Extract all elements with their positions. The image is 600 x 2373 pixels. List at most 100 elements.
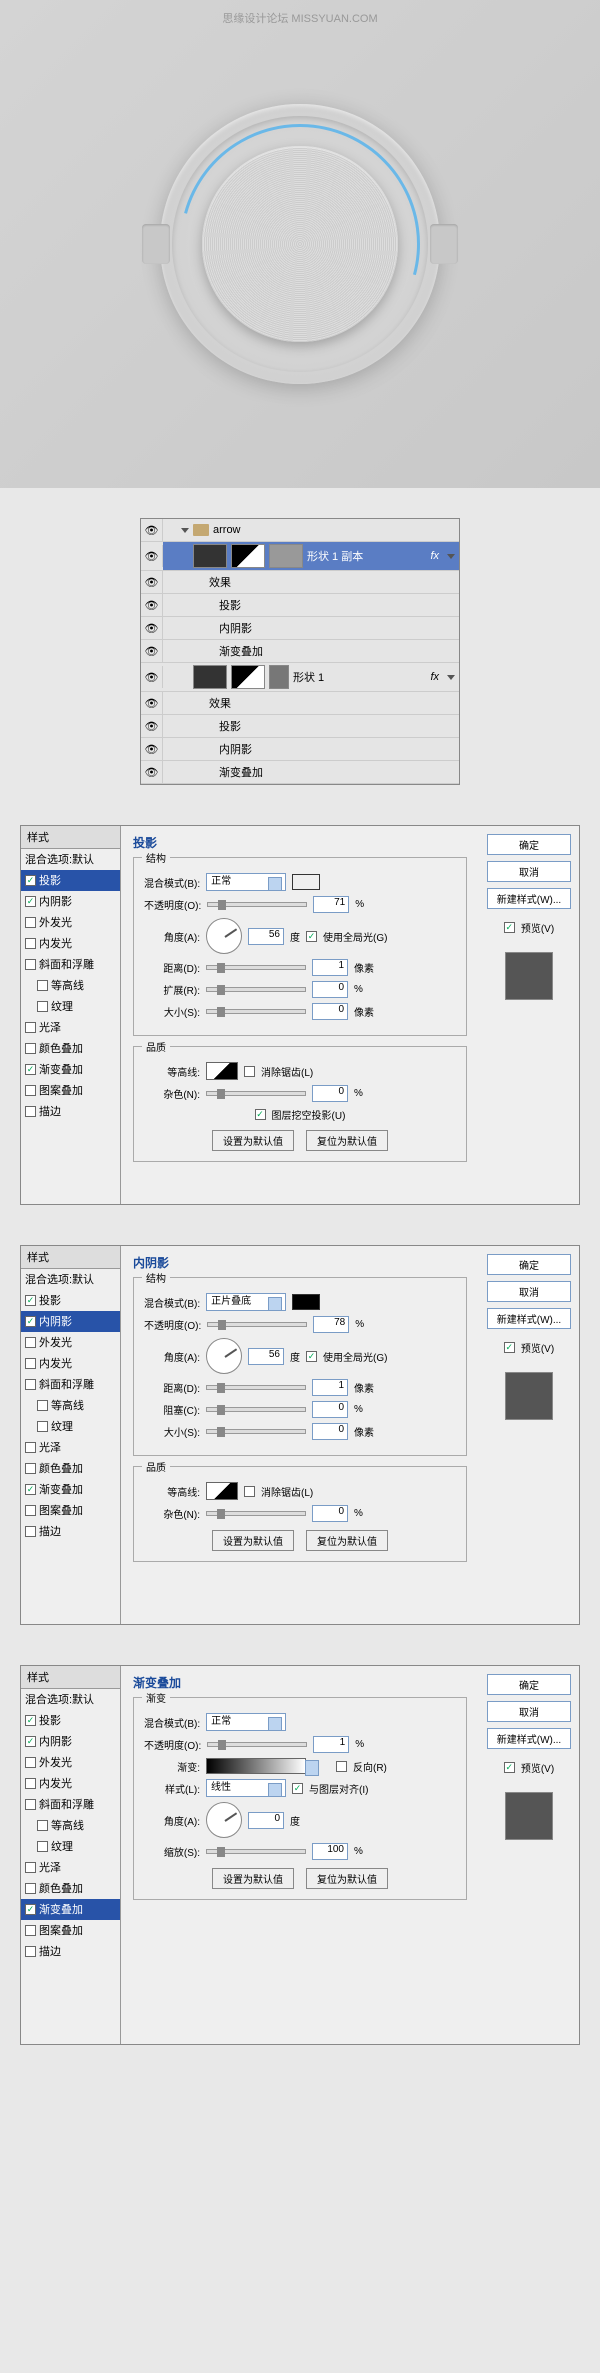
style-contour[interactable]: 等高线 — [21, 975, 120, 996]
angle-dial[interactable] — [206, 1802, 242, 1838]
checkbox-icon[interactable] — [37, 1001, 48, 1012]
new-style-button[interactable]: 新建样式(W)... — [487, 888, 571, 909]
color-swatch[interactable] — [292, 1294, 320, 1310]
set-default-button[interactable]: 设置为默认值 — [212, 1130, 294, 1151]
style-innerglow[interactable]: 内发光 — [21, 1773, 120, 1794]
chevron-down-icon[interactable] — [447, 675, 455, 680]
style-satin[interactable]: 光泽 — [21, 1437, 120, 1458]
checkbox-icon[interactable] — [37, 1820, 48, 1831]
checkbox-icon[interactable] — [25, 1778, 36, 1789]
checkbox-icon[interactable] — [25, 1295, 36, 1306]
choke-slider[interactable] — [206, 1407, 306, 1412]
layer-row[interactable]: 👁 形状 1 副本 fx — [141, 542, 459, 571]
style-blending[interactable]: 混合选项:默认 — [21, 849, 120, 870]
checkbox-icon[interactable] — [25, 1316, 36, 1327]
checkbox-icon[interactable] — [25, 1337, 36, 1348]
fx-badge[interactable]: fx — [430, 550, 443, 562]
style-gradientoverlay[interactable]: 渐变叠加 — [21, 1479, 120, 1500]
effect-item[interactable]: 👁内阴影 — [141, 617, 459, 640]
effect-item[interactable]: 👁内阴影 — [141, 738, 459, 761]
checkbox-icon[interactable] — [25, 1064, 36, 1075]
cancel-button[interactable]: 取消 — [487, 861, 571, 882]
reverse-check[interactable] — [336, 1761, 347, 1772]
checkbox-icon[interactable] — [25, 1526, 36, 1537]
checkbox-icon[interactable] — [25, 1862, 36, 1873]
size-slider[interactable] — [206, 1009, 306, 1014]
opacity-slider[interactable] — [207, 902, 307, 907]
preview-check[interactable] — [504, 1762, 515, 1773]
style-innerglow[interactable]: 内发光 — [21, 933, 120, 954]
style-stroke[interactable]: 描边 — [21, 1101, 120, 1122]
checkbox-icon[interactable] — [25, 1946, 36, 1957]
style-blending[interactable]: 混合选项:默认 — [21, 1269, 120, 1290]
distance-slider[interactable] — [206, 965, 306, 970]
checkbox-icon[interactable] — [25, 959, 36, 970]
effect-item[interactable]: 👁投影 — [141, 715, 459, 738]
style-innershadow[interactable]: 内阴影 — [21, 891, 120, 912]
visibility-icon[interactable]: 👁 — [141, 519, 163, 541]
style-gradientoverlay[interactable]: 渐变叠加 — [21, 1059, 120, 1080]
reset-default-button[interactable]: 复位为默认值 — [306, 1530, 388, 1551]
checkbox-icon[interactable] — [37, 1400, 48, 1411]
angle-input[interactable]: 56 — [248, 928, 284, 945]
visibility-icon[interactable]: 👁 — [141, 666, 163, 688]
checkbox-icon[interactable] — [25, 1904, 36, 1915]
opacity-input[interactable]: 78 — [313, 1316, 349, 1333]
style-coloroverlay[interactable]: 颜色叠加 — [21, 1458, 120, 1479]
style-gradientoverlay[interactable]: 渐变叠加 — [21, 1899, 120, 1920]
checkbox-icon[interactable] — [25, 896, 36, 907]
style-bevel[interactable]: 斜面和浮雕 — [21, 1374, 120, 1395]
checkbox-icon[interactable] — [25, 1442, 36, 1453]
style-patternoverlay[interactable]: 图案叠加 — [21, 1080, 120, 1101]
style-innershadow[interactable]: 内阴影 — [21, 1731, 120, 1752]
style-blending[interactable]: 混合选项:默认 — [21, 1689, 120, 1710]
ok-button[interactable]: 确定 — [487, 1674, 571, 1695]
set-default-button[interactable]: 设置为默认值 — [212, 1530, 294, 1551]
new-style-button[interactable]: 新建样式(W)... — [487, 1728, 571, 1749]
style-stroke[interactable]: 描边 — [21, 1521, 120, 1542]
checkbox-icon[interactable] — [25, 1085, 36, 1096]
noise-slider[interactable] — [206, 1511, 306, 1516]
style-dropshadow[interactable]: 投影 — [21, 1290, 120, 1311]
noise-input[interactable]: 0 — [312, 1085, 348, 1102]
size-slider[interactable] — [206, 1429, 306, 1434]
style-innerglow[interactable]: 内发光 — [21, 1353, 120, 1374]
noise-slider[interactable] — [206, 1091, 306, 1096]
effect-item[interactable]: 👁渐变叠加 — [141, 640, 459, 663]
choke-input[interactable]: 0 — [312, 1401, 348, 1418]
color-swatch[interactable] — [292, 874, 320, 890]
visibility-icon[interactable]: 👁 — [141, 545, 163, 567]
checkbox-icon[interactable] — [25, 938, 36, 949]
gradient-picker[interactable] — [206, 1758, 306, 1774]
style-bevel[interactable]: 斜面和浮雕 — [21, 954, 120, 975]
contour-picker[interactable] — [206, 1062, 238, 1080]
cancel-button[interactable]: 取消 — [487, 1281, 571, 1302]
visibility-icon[interactable]: 👁 — [141, 692, 163, 714]
style-outerglow[interactable]: 外发光 — [21, 912, 120, 933]
style-contour[interactable]: 等高线 — [21, 1815, 120, 1836]
checkbox-icon[interactable] — [37, 1841, 48, 1852]
noise-input[interactable]: 0 — [312, 1505, 348, 1522]
style-contour[interactable]: 等高线 — [21, 1395, 120, 1416]
angle-input[interactable]: 0 — [248, 1812, 284, 1829]
size-input[interactable]: 0 — [312, 1423, 348, 1440]
style-texture[interactable]: 纹理 — [21, 1416, 120, 1437]
visibility-icon[interactable]: 👁 — [141, 617, 163, 639]
checkbox-icon[interactable] — [25, 1463, 36, 1474]
layer-group-row[interactable]: 👁 arrow — [141, 519, 459, 542]
blend-mode-select[interactable]: 正片叠底 — [206, 1293, 286, 1311]
style-outerglow[interactable]: 外发光 — [21, 1332, 120, 1353]
checkbox-icon[interactable] — [37, 1421, 48, 1432]
style-texture[interactable]: 纹理 — [21, 1836, 120, 1857]
opacity-slider[interactable] — [207, 1742, 307, 1747]
preview-check[interactable] — [504, 922, 515, 933]
opacity-slider[interactable] — [207, 1322, 307, 1327]
global-light-check[interactable] — [306, 931, 317, 942]
style-innershadow[interactable]: 内阴影 — [21, 1311, 120, 1332]
gradient-style-select[interactable]: 线性 — [206, 1779, 286, 1797]
chevron-down-icon[interactable] — [447, 554, 455, 559]
effect-item[interactable]: 👁投影 — [141, 594, 459, 617]
visibility-icon[interactable]: 👁 — [141, 640, 163, 662]
style-satin[interactable]: 光泽 — [21, 1017, 120, 1038]
blend-mode-select[interactable]: 正常 — [206, 873, 286, 891]
